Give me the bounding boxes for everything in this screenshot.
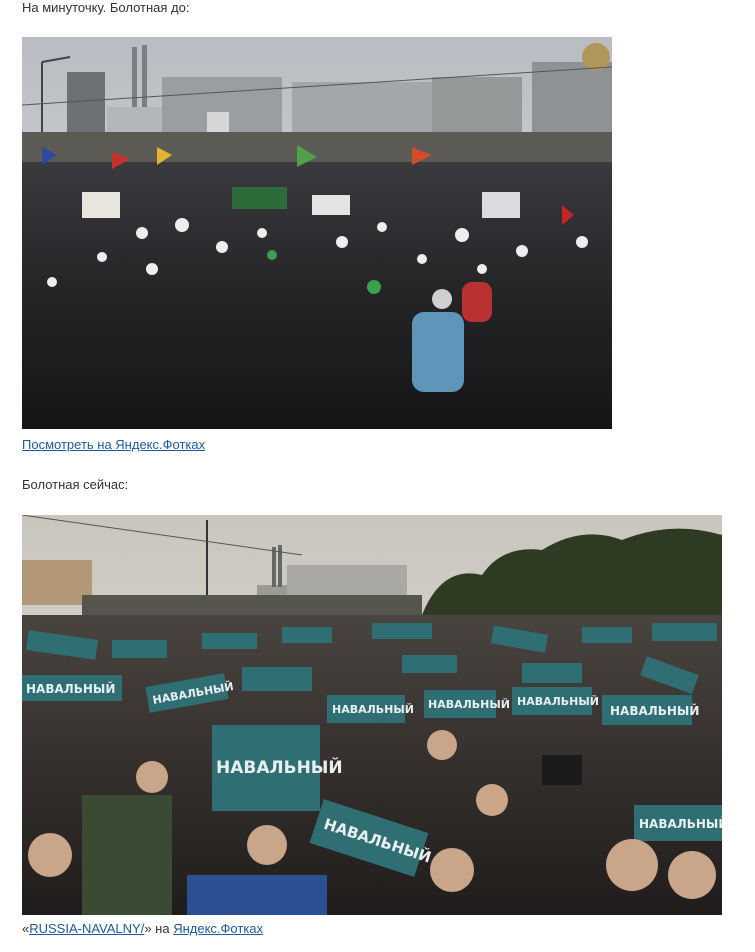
sign-text: НАВАЛЬНЫЙ bbox=[610, 703, 699, 718]
protest-photo-before[interactable] bbox=[22, 37, 612, 429]
sign-text: НАВАЛЬНЫЙ bbox=[428, 698, 510, 711]
protest-photo-now-image: НАВАЛЬНЫЙ НАВАЛЬНЫЙ НАВАЛЬНЫЙ НАВАЛЬНЫЙ … bbox=[22, 515, 722, 915]
caption-close-quote: » на bbox=[144, 921, 174, 936]
protest-photo-now[interactable]: НАВАЛЬНЫЙ НАВАЛЬНЫЙ НАВАЛЬНЫЙ НАВАЛЬНЫЙ … bbox=[22, 515, 722, 915]
intro-text: На минуточку. Болотная до: bbox=[22, 0, 190, 15]
photo-caption: «RUSSIA-NAVALNY/» на Яндекс.Фотках bbox=[22, 921, 263, 937]
sign-text: НАВАЛЬНЫЙ bbox=[216, 756, 343, 778]
sign-text: НАВАЛЬНЫЙ bbox=[332, 703, 414, 716]
second-heading-text: Болотная сейчас: bbox=[22, 477, 129, 492]
view-on-yandex-fotki-link[interactable]: Посмотреть на Яндекс.Фотках bbox=[22, 437, 205, 452]
sign-text: НАВАЛЬНЫЙ bbox=[517, 695, 599, 708]
album-link[interactable]: RUSSIA-NAVALNY/ bbox=[29, 921, 144, 936]
protest-photo-before-image bbox=[22, 37, 612, 429]
sign-text: НАВАЛЬНЫЙ bbox=[639, 816, 722, 831]
sign-text: НАВАЛЬНЫЙ bbox=[26, 681, 115, 696]
yandex-fotki-link[interactable]: Яндекс.Фотках bbox=[173, 921, 263, 936]
